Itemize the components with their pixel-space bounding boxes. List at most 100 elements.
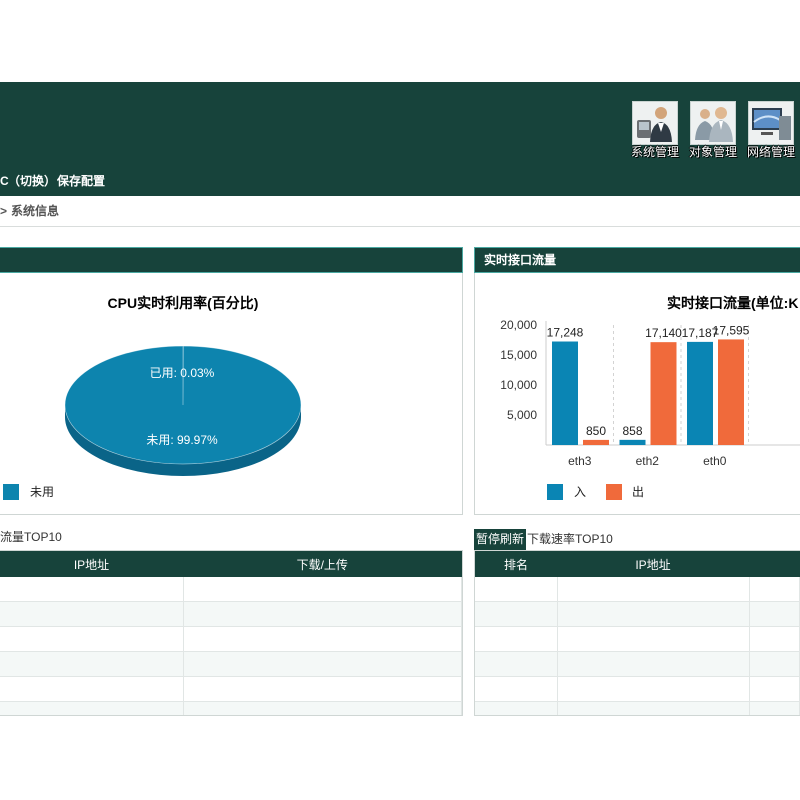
table-cell [0, 701, 184, 715]
column-header-rank: 排名 [475, 551, 557, 577]
table-cell [749, 651, 800, 677]
device-toolbar: C （切换） 保存配置 [0, 174, 200, 188]
bar[interactable] [650, 342, 677, 445]
column-header-download-upload: 下载/上传 [183, 551, 462, 577]
top-traffic-table: IP地址 下载/上传 [0, 550, 463, 716]
nav-system-management[interactable]: 系统管理 [626, 100, 684, 159]
table-cell [183, 701, 462, 715]
network-management-icon[interactable] [748, 101, 794, 145]
table-cell [0, 676, 184, 702]
bar[interactable] [583, 439, 609, 445]
table-cell [183, 601, 462, 627]
nav-network-management[interactable]: 网络管理 [742, 100, 800, 159]
table-row [0, 701, 462, 715]
table-cell [0, 601, 184, 627]
pie-label-used: 已用: 0.03% [150, 366, 215, 380]
save-config-link[interactable]: 保存配置 [57, 174, 105, 188]
bar[interactable] [687, 341, 713, 445]
legend-label-unused[interactable]: 未用 [30, 485, 54, 499]
table-cell [749, 676, 800, 702]
table-cell [475, 577, 558, 602]
table-cell [183, 676, 462, 702]
pie-label-unused: 未用: 99.97% [146, 433, 218, 447]
bar-value-label: 17,248 [547, 326, 584, 340]
x-tick-label: eth3 [568, 454, 592, 468]
pause-refresh-button[interactable]: 暂停刷新 [474, 529, 526, 550]
y-tick-label: 15,000 [500, 348, 537, 362]
table-cell [475, 601, 558, 627]
traffic-panel-header: 实时接口流量 [474, 247, 800, 273]
table-cell [557, 626, 750, 652]
table-cell [475, 676, 558, 702]
x-tick-label: eth2 [636, 454, 660, 468]
y-tick-label: 5,000 [507, 408, 537, 422]
table-cell [183, 651, 462, 677]
top-download-table: 排名 IP地址 [474, 550, 800, 716]
table-cell [475, 626, 558, 652]
table-cell [475, 651, 558, 677]
table-cell [749, 701, 800, 715]
table-cell [0, 577, 184, 602]
table-cell [749, 577, 800, 602]
table-row [475, 701, 800, 715]
column-header-ip: IP地址 [557, 551, 749, 577]
table-cell [557, 676, 750, 702]
table-row [0, 676, 462, 702]
table-cell [0, 651, 184, 677]
breadcrumb-current: 系统信息 [11, 204, 60, 218]
table-cell [557, 577, 750, 602]
bar[interactable] [619, 439, 646, 445]
bar[interactable] [552, 341, 578, 445]
table-row [475, 626, 800, 652]
legend-label-out[interactable]: 出 [632, 485, 644, 499]
table-row [0, 577, 462, 602]
bar-value-label: 850 [586, 424, 606, 438]
legend-swatch-unused[interactable] [3, 484, 19, 500]
table-header-row: 排名 IP地址 [475, 551, 800, 577]
table-cell [183, 626, 462, 652]
column-header-ip: IP地址 [0, 551, 183, 577]
nav-label[interactable]: 对象管理 [684, 145, 742, 159]
cpu-pie-chart: 已用: 0.03% 未用: 99.97% [64, 345, 302, 476]
table-row [0, 651, 462, 677]
legend-label-in[interactable]: 入 [574, 485, 586, 499]
nav-object-management[interactable]: 对象管理 [684, 100, 742, 159]
cpu-panel-header [0, 247, 463, 273]
table-header-row: IP地址 下载/上传 [0, 551, 462, 577]
bar-value-label: 17,595 [713, 323, 750, 337]
legend-swatch-in[interactable] [547, 484, 563, 500]
legend-swatch-out[interactable] [606, 484, 622, 500]
nav-label[interactable]: 系统管理 [626, 145, 684, 159]
table-cell [749, 601, 800, 627]
y-tick-label: 10,000 [500, 378, 537, 392]
table-cell [183, 577, 462, 602]
bar-value-label: 17,140 [645, 326, 682, 340]
switch-device-link[interactable]: （切换） [8, 174, 56, 188]
bar[interactable] [718, 339, 744, 445]
object-management-icon[interactable] [690, 101, 736, 145]
top-traffic-title: 流量TOP10 [0, 530, 62, 544]
table-cell [557, 701, 750, 715]
table-cell [0, 626, 184, 652]
x-tick-label: eth0 [703, 454, 727, 468]
table-row [0, 626, 462, 652]
top-download-title: 下载速率TOP10 [527, 532, 613, 546]
breadcrumb: > 系统信息 [0, 204, 59, 218]
table-cell [475, 701, 558, 715]
breadcrumb-separator: > [0, 204, 8, 218]
nav-label[interactable]: 网络管理 [742, 145, 800, 159]
system-management-icon[interactable] [632, 101, 678, 145]
column-header [749, 551, 800, 577]
table-row [475, 676, 800, 702]
table-row [475, 577, 800, 602]
table-cell [749, 626, 800, 652]
table-row [475, 651, 800, 677]
traffic-bar-chart: 5,000 10,000 15,000 20,000 eth3 eth2 eth0 17,24… [500, 318, 800, 468]
table-row [475, 601, 800, 627]
y-tick-label: 20,000 [500, 318, 537, 332]
bar-value-label: 858 [622, 424, 642, 438]
table-cell [557, 651, 750, 677]
divider [0, 226, 800, 227]
table-row [0, 601, 462, 627]
table-cell [557, 601, 750, 627]
